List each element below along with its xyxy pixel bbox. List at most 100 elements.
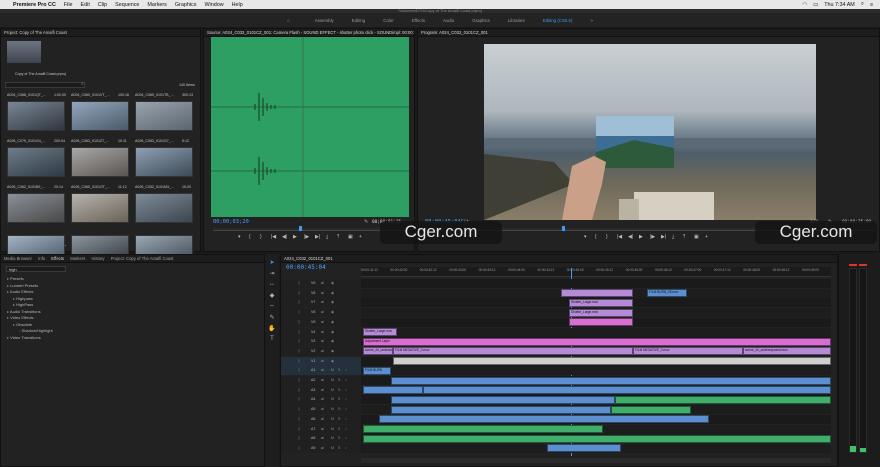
sync-icon[interactable]: ⇌ [321, 368, 324, 372]
battery-icon[interactable]: ▭ [810, 2, 821, 8]
solo-icon[interactable]: S [338, 436, 340, 440]
program-playhead[interactable] [562, 226, 565, 231]
sync-icon[interactable]: ⇌ [321, 427, 324, 431]
lock-icon[interactable]: ▯ [298, 330, 300, 334]
workspace-libraries[interactable]: Libraries [499, 18, 534, 23]
project-search-input[interactable] [5, 82, 85, 88]
insert-button[interactable]: ⤓ [672, 234, 674, 240]
mute-icon[interactable]: M [331, 378, 334, 382]
track-header-v5[interactable]: V5 ▯ ⇌ ◉ [281, 317, 361, 327]
lock-icon[interactable]: ▯ [298, 407, 300, 411]
mute-icon[interactable]: M [331, 407, 334, 411]
play-button[interactable]: ▶ [639, 234, 643, 240]
track-header-v6[interactable]: V6 ▯ ⇌ ◉ [281, 308, 361, 318]
lock-icon[interactable]: ▯ [298, 281, 300, 285]
effects-tree-item[interactable]: ▸ HighPass [13, 302, 33, 307]
razor-tool-icon[interactable]: ◆ [267, 292, 277, 301]
sync-icon[interactable]: ⇌ [321, 436, 324, 440]
timeline-clip[interactable] [615, 395, 831, 404]
sync-icon[interactable]: ⇌ [321, 397, 324, 401]
lock-icon[interactable]: ▯ [298, 378, 300, 382]
timeline-clip[interactable] [391, 405, 611, 414]
track-header-v8[interactable]: V8 ▯ ⇌ ◉ [281, 288, 361, 298]
mic-icon[interactable]: ♪ [345, 436, 347, 440]
timeline-clip[interactable]: Adjustment Layer [363, 337, 831, 346]
timeline-clip[interactable] [391, 395, 615, 404]
lock-icon[interactable]: ▯ [298, 436, 300, 440]
timeline-clip[interactable] [363, 434, 831, 443]
menu-file[interactable]: File [60, 2, 77, 8]
wrench-icon[interactable]: ✎ [364, 219, 368, 225]
sync-icon[interactable]: ⇌ [321, 291, 324, 295]
solo-icon[interactable]: S [338, 427, 340, 431]
timeline-ruler[interactable]: 00:00:41:12 00:00:42:00 00:00:42:12 00:00:4… [361, 267, 831, 277]
timeline-clip[interactable] [547, 444, 621, 453]
lock-icon[interactable]: ▯ [298, 427, 300, 431]
sync-icon[interactable]: ⇌ [321, 320, 324, 324]
eye-icon[interactable]: ◉ [331, 339, 334, 343]
sync-icon[interactable]: ⇌ [321, 407, 324, 411]
track-header-v4[interactable]: V4 ▯ ⇌ ◉ [281, 327, 361, 337]
source-waveform[interactable] [211, 37, 409, 217]
workspace-editing[interactable]: Editing [343, 18, 374, 23]
track-header-a4[interactable]: A4 ▯ ⇌ M S ♪ [281, 395, 361, 405]
timeline-clip[interactable] [423, 386, 831, 395]
marker-button[interactable]: ▾ [238, 234, 241, 240]
track-header-v1[interactable]: V1 ▯ ⇌ ◉ [281, 356, 361, 366]
effects-tree-item[interactable]: ▸ Lumetri Presets [7, 283, 38, 288]
sync-icon[interactable]: ⇌ [321, 310, 324, 314]
eye-icon[interactable]: ◉ [331, 349, 334, 353]
program-monitor-title[interactable]: Program: A024_C032_0101CZ_001 [421, 29, 493, 36]
timeline-clip[interactable]: FILM NEGATIVE_0.mov [393, 347, 633, 356]
selection-tool-icon[interactable]: ➤ [267, 259, 277, 268]
timeline-clip[interactable] [561, 289, 633, 298]
effects-tree-item[interactable]: ▸ Audio Transitions [7, 309, 41, 314]
timeline-clip[interactable]: Shutter_Large.mov [363, 328, 397, 336]
menu-help[interactable]: Help [228, 2, 247, 8]
tab-effects[interactable]: Effects [51, 255, 69, 262]
mute-icon[interactable]: M [331, 388, 334, 392]
go-in-button[interactable]: |◀ [271, 234, 276, 240]
mark-out-button[interactable]: } [606, 234, 608, 240]
lock-icon[interactable]: ▯ [298, 339, 300, 343]
track-header-a8[interactable]: A8 ▯ ⇌ M S ♪ [281, 434, 361, 444]
mic-icon[interactable]: ♪ [345, 397, 347, 401]
project-panel-title[interactable]: Project: Copy of The Amalfi Coast [4, 30, 67, 35]
clip-thumbnail[interactable] [7, 193, 65, 223]
lock-icon[interactable]: ▯ [298, 310, 300, 314]
track-header-v9[interactable]: V9 ▯ ⇌ ◉ [281, 279, 361, 288]
solo-icon[interactable]: S [338, 397, 340, 401]
lock-icon[interactable]: ▯ [298, 417, 300, 421]
tab-info[interactable]: Info [38, 255, 50, 262]
workspace-color[interactable]: Color [374, 18, 403, 23]
mark-out-button[interactable]: } [260, 234, 262, 240]
timeline-clip[interactable]: FILM NEGATIVE_0.mov [633, 347, 743, 356]
eye-icon[interactable]: ◉ [331, 330, 334, 334]
lock-icon[interactable]: ▯ [298, 300, 300, 304]
sync-icon[interactable]: ⇌ [321, 330, 324, 334]
timeline-clip[interactable] [363, 386, 423, 395]
clip-thumbnail[interactable] [7, 147, 65, 177]
effects-tree-item[interactable]: ▸ Video Transitions [7, 335, 41, 340]
solo-icon[interactable]: S [338, 407, 340, 411]
ripple-edit-tool-icon[interactable]: ↔ [267, 281, 277, 290]
solo-icon[interactable]: S [338, 388, 340, 392]
track-header-a9[interactable]: A9 ▯ ⇌ M S ♪ [281, 443, 361, 453]
track-lane[interactable] [361, 366, 831, 376]
mic-icon[interactable]: ♪ [345, 417, 347, 421]
track-header-a7[interactable]: A7 ▯ ⇌ M S ♪ [281, 424, 361, 434]
sync-icon[interactable]: ⇌ [321, 349, 324, 353]
solo-icon[interactable]: S [338, 378, 340, 382]
menu-list-icon[interactable]: ≡ [867, 2, 876, 8]
lock-icon[interactable]: ▯ [298, 397, 300, 401]
track-header-a5[interactable]: A5 ▯ ⇌ M S ♪ [281, 405, 361, 415]
timeline-clip[interactable] [393, 357, 831, 366]
track-header-v3[interactable]: V3 ▯ ⇌ ◉ [281, 337, 361, 347]
mute-icon[interactable]: M [331, 427, 334, 431]
tab-project[interactable]: Project: Copy of The Amalfi Coast [111, 255, 179, 262]
mute-icon[interactable]: M [331, 417, 334, 421]
menu-graphics[interactable]: Graphics [171, 2, 201, 8]
timeline-clip[interactable] [363, 425, 603, 433]
tab-markers[interactable]: Markers [70, 255, 90, 262]
settings-button[interactable]: + [359, 234, 362, 240]
